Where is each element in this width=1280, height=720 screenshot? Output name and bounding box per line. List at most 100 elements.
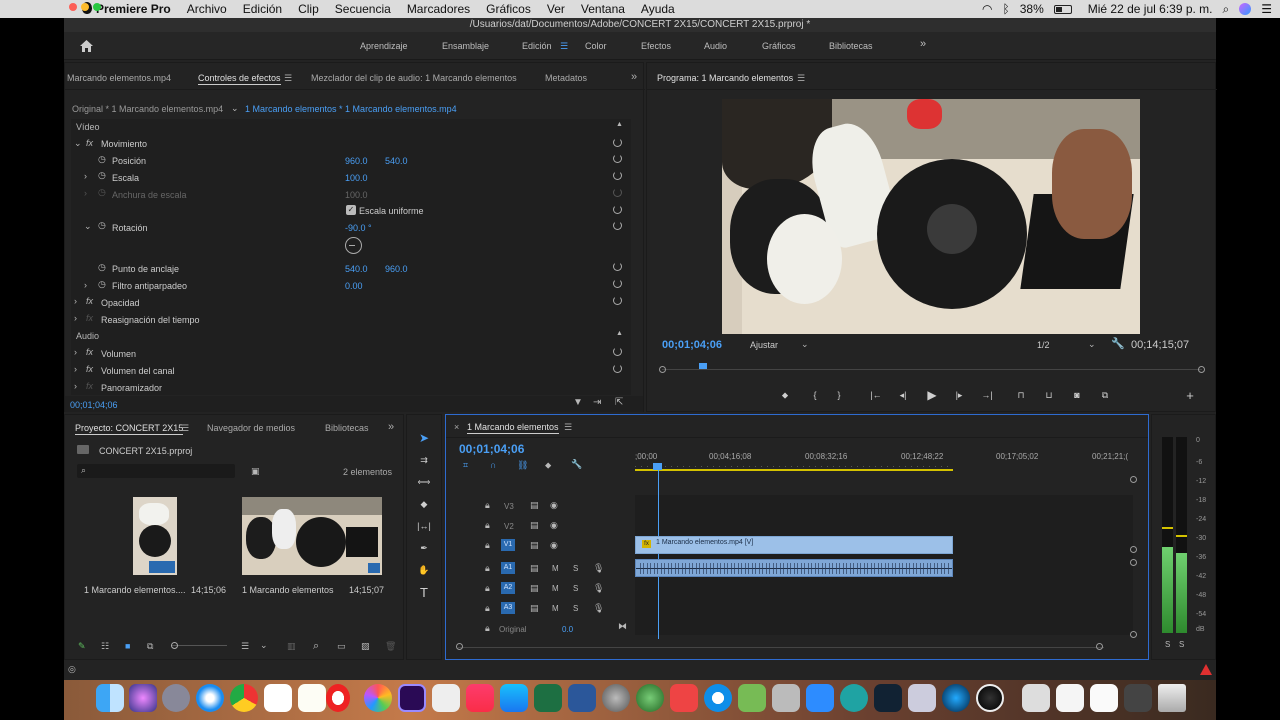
track-scroll-handle[interactable] [1130, 546, 1137, 553]
zoom-icon[interactable] [806, 684, 834, 712]
pencil-icon[interactable]: ✎ [78, 641, 86, 652]
solo-button[interactable]: S [573, 564, 578, 573]
calendar-icon[interactable] [264, 684, 292, 712]
play-audio-icon[interactable]: ⇥ [593, 397, 601, 408]
tab-source-clip[interactable]: Marcando elementos.mp4 [67, 73, 171, 83]
stopwatch-icon[interactable]: ◷ [98, 170, 106, 181]
expand-chevron-icon[interactable]: › [84, 188, 87, 198]
battery-percent[interactable]: 38% [1020, 2, 1044, 16]
tab-metadata[interactable]: Metadatos [545, 73, 587, 83]
safari-icon[interactable] [196, 684, 224, 712]
sync-lock-icon[interactable]: ▤ [530, 563, 539, 574]
lock-icon[interactable]: 🔒︎ [485, 603, 490, 614]
slip-tool-icon[interactable]: |↔| [417, 519, 431, 533]
play-button[interactable]: ▶ [925, 388, 939, 402]
workspace-audio[interactable]: Audio [704, 41, 727, 51]
expand-chevron-icon[interactable]: › [74, 347, 77, 357]
step-forward-icon[interactable]: |▸ [953, 389, 965, 401]
ruler-end-handle[interactable] [1130, 476, 1137, 483]
linked-selection-icon[interactable]: ⛓ [517, 460, 528, 471]
trash-icon[interactable] [1158, 684, 1186, 712]
eye-icon[interactable]: ◉ [550, 520, 558, 531]
audio-clip[interactable] [635, 559, 953, 577]
collapse-up-icon[interactable]: ▲ [616, 330, 623, 337]
tab-media-browser[interactable]: Navegador de medios [207, 423, 295, 433]
textedit-icon[interactable] [432, 684, 460, 712]
lock-icon[interactable]: 🔒︎ [485, 623, 490, 634]
opera-icon[interactable] [326, 684, 350, 712]
export-icon[interactable]: ⇱ [615, 397, 623, 408]
word-icon[interactable] [568, 684, 596, 712]
program-playhead[interactable] [698, 363, 707, 369]
timeline-horizontal-scrollbar[interactable] [456, 643, 1104, 651]
lift-icon[interactable]: ⊓ [1014, 389, 1028, 401]
chevron-down-icon[interactable]: ⌄ [260, 640, 268, 651]
app-store-icon[interactable] [500, 684, 528, 712]
export-frame-camera-icon[interactable]: ◙ [1070, 389, 1084, 401]
new-item-icon[interactable]: ▨ [361, 641, 370, 652]
menu-graficos[interactable]: Gráficos [478, 2, 539, 16]
screenshot-stack-icon[interactable] [1124, 684, 1152, 712]
sort-icon[interactable]: ☰ [241, 641, 249, 652]
expand-chevron-icon[interactable]: › [84, 280, 87, 290]
microphone-icon[interactable]: 🎙︎ [593, 583, 604, 594]
document-stack-icon[interactable] [1056, 684, 1084, 712]
more-tabs-icon[interactable]: » [388, 421, 394, 433]
workspace-menu-icon[interactable]: ☰ [560, 41, 568, 52]
tab-effect-controls[interactable]: Controles de efectos [198, 73, 281, 85]
source-original-label[interactable]: Original * 1 Marcando elementos.mp4 [72, 104, 223, 114]
mute-button[interactable]: M [552, 584, 559, 593]
icon-view-icon[interactable]: ■ [125, 641, 130, 651]
track-a2[interactable]: A2 [501, 582, 515, 594]
add-marker-icon[interactable]: ⬥ [779, 389, 791, 401]
solo-button[interactable]: S [573, 604, 578, 613]
close-window-button[interactable] [69, 3, 77, 11]
razor-tool-icon[interactable]: ◆ [417, 497, 431, 511]
sync-lock-icon[interactable]: ▤ [530, 540, 539, 551]
workspace-graficos[interactable]: Gráficos [762, 41, 796, 51]
track-a3[interactable]: A3 [501, 602, 515, 614]
step-back-icon[interactable]: ◂| [897, 389, 909, 401]
downloads-folder-icon[interactable] [1022, 684, 1050, 712]
menu-ventana[interactable]: Ventana [573, 2, 633, 16]
mark-in-icon[interactable]: { [809, 389, 821, 401]
filter-icon[interactable]: ▼ [573, 397, 583, 408]
posicion-y-value[interactable]: 540.0 [385, 156, 408, 166]
menu-ayuda[interactable]: Ayuda [633, 2, 683, 16]
reset-icon[interactable] [613, 171, 622, 180]
program-monitor-title[interactable]: Programa: 1 Marcando elementos [657, 73, 793, 83]
reset-icon[interactable] [613, 262, 622, 271]
expand-chevron-icon[interactable]: › [74, 381, 77, 391]
siri-icon[interactable] [129, 684, 157, 712]
android-icon[interactable] [738, 684, 766, 712]
scrubber-end-handle[interactable] [1198, 366, 1205, 373]
anclaje-y-value[interactable]: 960.0 [385, 264, 408, 274]
clock[interactable]: Mié 22 de jul 6:39 p. m. [1088, 2, 1213, 16]
chevron-down-icon[interactable]: ⌄ [801, 339, 809, 350]
quicktime-icon[interactable] [942, 684, 970, 712]
hand-tool-icon[interactable]: ✋ [417, 563, 431, 577]
anclaje-x-value[interactable]: 540.0 [345, 264, 368, 274]
go-to-out-icon[interactable]: →| [980, 389, 994, 401]
tab-audio-clip-mixer[interactable]: Mezclador del clip de audio: 1 Marcando … [311, 73, 517, 83]
source-sequence-label[interactable]: 1 Marcando elementos * 1 Marcando elemen… [245, 104, 457, 114]
obs-icon[interactable] [976, 684, 1004, 712]
solo-button[interactable]: S [573, 584, 578, 593]
add-marker-icon[interactable]: ⬥ [545, 460, 551, 471]
scrubber-start-handle[interactable] [659, 366, 666, 373]
workspace-efectos[interactable]: Efectos [641, 41, 671, 51]
rotation-dial[interactable] [345, 237, 362, 254]
ripple-edit-tool-icon[interactable]: ⟺ [417, 475, 431, 489]
sync-lock-icon[interactable]: ▤ [530, 520, 539, 531]
menu-ver[interactable]: Ver [539, 2, 573, 16]
reset-icon[interactable] [613, 221, 622, 230]
workspace-aprendizaje[interactable]: Aprendizaje [360, 41, 408, 51]
menu-clip[interactable]: Clip [290, 2, 327, 16]
more-workspaces-icon[interactable]: » [920, 38, 926, 50]
track-v1[interactable]: V1 [501, 539, 515, 551]
reset-icon[interactable] [613, 279, 622, 288]
chevron-down-icon[interactable]: ⌄ [231, 103, 239, 114]
microphone-icon[interactable]: 🎙︎ [593, 563, 604, 574]
zoom-window-button[interactable] [93, 3, 101, 11]
siri-icon[interactable] [1239, 3, 1252, 15]
